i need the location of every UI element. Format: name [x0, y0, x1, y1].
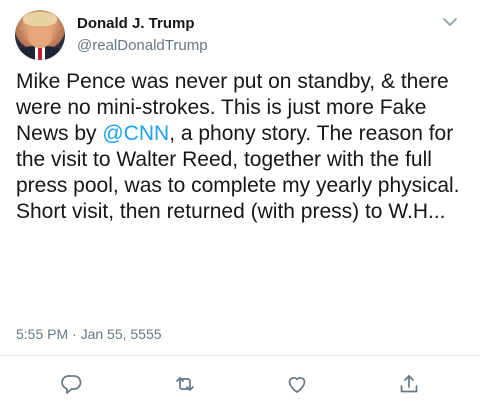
display-name[interactable]: Donald J. Trump: [77, 15, 195, 32]
user-handle[interactable]: @realDonaldTrump: [77, 37, 208, 54]
tweet-text: Mike Pence was never put on standby, & t…: [16, 69, 468, 225]
mention-link[interactable]: @CNN: [102, 122, 169, 145]
retweet-icon[interactable]: [173, 372, 197, 396]
reply-icon[interactable]: [59, 372, 83, 396]
share-icon[interactable]: [397, 372, 421, 396]
tweet-card: Donald J. Trump @realDonaldTrump Mike Pe…: [0, 0, 480, 410]
like-icon[interactable]: [285, 372, 309, 396]
divider: [0, 355, 480, 356]
chevron-down-icon[interactable]: [440, 14, 460, 30]
avatar[interactable]: [15, 10, 65, 60]
tweet-timestamp[interactable]: 5:55 PM · Jan 55, 5555: [16, 326, 162, 342]
